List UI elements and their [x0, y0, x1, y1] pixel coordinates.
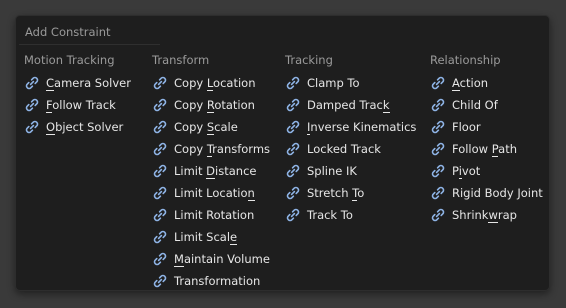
menu-item-label: Clamp To [307, 76, 360, 90]
constraint-link-icon [152, 273, 168, 289]
menu-item-limit-rotation[interactable]: Limit Rotation [152, 204, 270, 226]
title-separator [19, 44, 160, 45]
column-motion-tracking: Motion Tracking Camera Solver Follow Trac… [24, 52, 131, 138]
menu-item-maintain-volume[interactable]: Maintain Volume [152, 248, 270, 270]
column-header: Tracking [285, 53, 333, 67]
constraint-link-icon [152, 163, 168, 179]
menu-item-label: Locked Track [307, 142, 381, 156]
constraint-link-icon [285, 141, 301, 157]
menu-item-stretch-to[interactable]: Stretch To [285, 182, 416, 204]
menu-item-label: Child Of [452, 98, 498, 112]
menu-item-transformation[interactable]: Transformation [152, 270, 270, 292]
constraint-link-icon [152, 207, 168, 223]
menu-item-label: Copy Rotation [174, 98, 255, 113]
column-header: Relationship [430, 53, 501, 67]
menu-item-label: Transformation [174, 274, 261, 288]
column-relationship: Relationship Action Child Of Floor Follow P… [430, 52, 543, 226]
constraint-link-icon [152, 185, 168, 201]
constraint-link-icon [152, 251, 168, 267]
menu-item-clamp-to[interactable]: Clamp To [285, 72, 416, 94]
constraint-link-icon [285, 75, 301, 91]
menu-item-pivot[interactable]: Pivot [430, 160, 543, 182]
constraint-link-icon [430, 119, 446, 135]
menu-item-object-solver[interactable]: Object Solver [24, 116, 131, 138]
menu-item-follow-path[interactable]: Follow Path [430, 138, 543, 160]
constraint-link-icon [430, 163, 446, 179]
constraint-link-icon [430, 185, 446, 201]
menu-item-label: Stretch To [307, 186, 365, 201]
menu-item-damped-track[interactable]: Damped Track [285, 94, 416, 116]
constraint-link-icon [285, 97, 301, 113]
column-header: Transform [152, 53, 210, 67]
menu-item-label: Inverse Kinematics [307, 120, 417, 135]
menu-item-label: Limit Scale [174, 230, 238, 245]
constraint-link-icon [430, 141, 446, 157]
menu-item-track-to[interactable]: Track To [285, 204, 416, 226]
menu-item-label: Limit Location [174, 186, 255, 201]
menu-item-label: Limit Distance [174, 164, 257, 179]
menu-item-label: Pivot [452, 164, 481, 179]
menu-item-spline-ik[interactable]: Spline IK [285, 160, 416, 182]
menu-item-label: Floor [452, 120, 481, 134]
constraint-link-icon [152, 141, 168, 157]
menu-item-label: Copy Transforms [174, 142, 271, 157]
constraint-link-icon [285, 119, 301, 135]
menu-item-camera-solver[interactable]: Camera Solver [24, 72, 131, 94]
constraint-link-icon [285, 163, 301, 179]
menu-item-limit-scale[interactable]: Limit Scale [152, 226, 270, 248]
menu-item-floor[interactable]: Floor [430, 116, 543, 138]
menu-item-copy-rotation[interactable]: Copy Rotation [152, 94, 270, 116]
menu-item-label: Track To [307, 208, 353, 222]
menu-item-locked-track[interactable]: Locked Track [285, 138, 416, 160]
menu-item-label: Follow Path [452, 142, 518, 157]
menu-item-label: Shrinkwrap [452, 208, 517, 223]
menu-item-copy-transforms[interactable]: Copy Transforms [152, 138, 270, 160]
menu-item-limit-distance[interactable]: Limit Distance [152, 160, 270, 182]
constraint-link-icon [24, 75, 40, 91]
column-header: Motion Tracking [24, 53, 115, 67]
menu-item-label: Spline IK [307, 164, 357, 178]
menu-item-label: Copy Scale [174, 120, 238, 135]
constraint-link-icon [152, 75, 168, 91]
constraint-link-icon [24, 97, 40, 113]
menu-item-label: Copy Location [174, 76, 256, 91]
menu-item-limit-location[interactable]: Limit Location [152, 182, 270, 204]
menu-item-label: Maintain Volume [174, 252, 270, 267]
constraint-link-icon [152, 229, 168, 245]
constraint-link-icon [430, 97, 446, 113]
menu-item-action[interactable]: Action [430, 72, 543, 94]
menu-item-rigid-body-joint[interactable]: Rigid Body Joint [430, 182, 543, 204]
column-transform: Transform Copy Location Copy Rotation Copy… [152, 52, 270, 292]
constraint-link-icon [285, 185, 301, 201]
constraint-link-icon [430, 75, 446, 91]
menu-item-label: Object Solver [46, 120, 124, 135]
menu-item-shrinkwrap[interactable]: Shrinkwrap [430, 204, 543, 226]
constraint-link-icon [24, 119, 40, 135]
menu-item-label: Action [452, 76, 489, 91]
menu-item-label: Limit Rotation [174, 208, 255, 222]
constraint-link-icon [152, 119, 168, 135]
menu-item-copy-location[interactable]: Copy Location [152, 72, 270, 94]
menu-item-copy-scale[interactable]: Copy Scale [152, 116, 270, 138]
menu-item-label: Follow Track [46, 98, 116, 113]
menu-title: Add Constraint [25, 25, 111, 39]
add-constraint-menu: Add Constraint Motion Tracking Camera So… [15, 15, 550, 291]
constraint-link-icon [152, 97, 168, 113]
menu-item-inverse-kinematics[interactable]: Inverse Kinematics [285, 116, 416, 138]
menu-item-label: Damped Track [307, 98, 390, 113]
constraint-link-icon [285, 207, 301, 223]
menu-item-label: Rigid Body Joint [452, 186, 543, 200]
menu-item-label: Camera Solver [46, 76, 131, 91]
menu-item-child-of[interactable]: Child Of [430, 94, 543, 116]
constraint-link-icon [430, 207, 446, 223]
menu-item-follow-track[interactable]: Follow Track [24, 94, 131, 116]
column-tracking: Tracking Clamp To Damped Track Inverse Kin… [285, 52, 416, 226]
